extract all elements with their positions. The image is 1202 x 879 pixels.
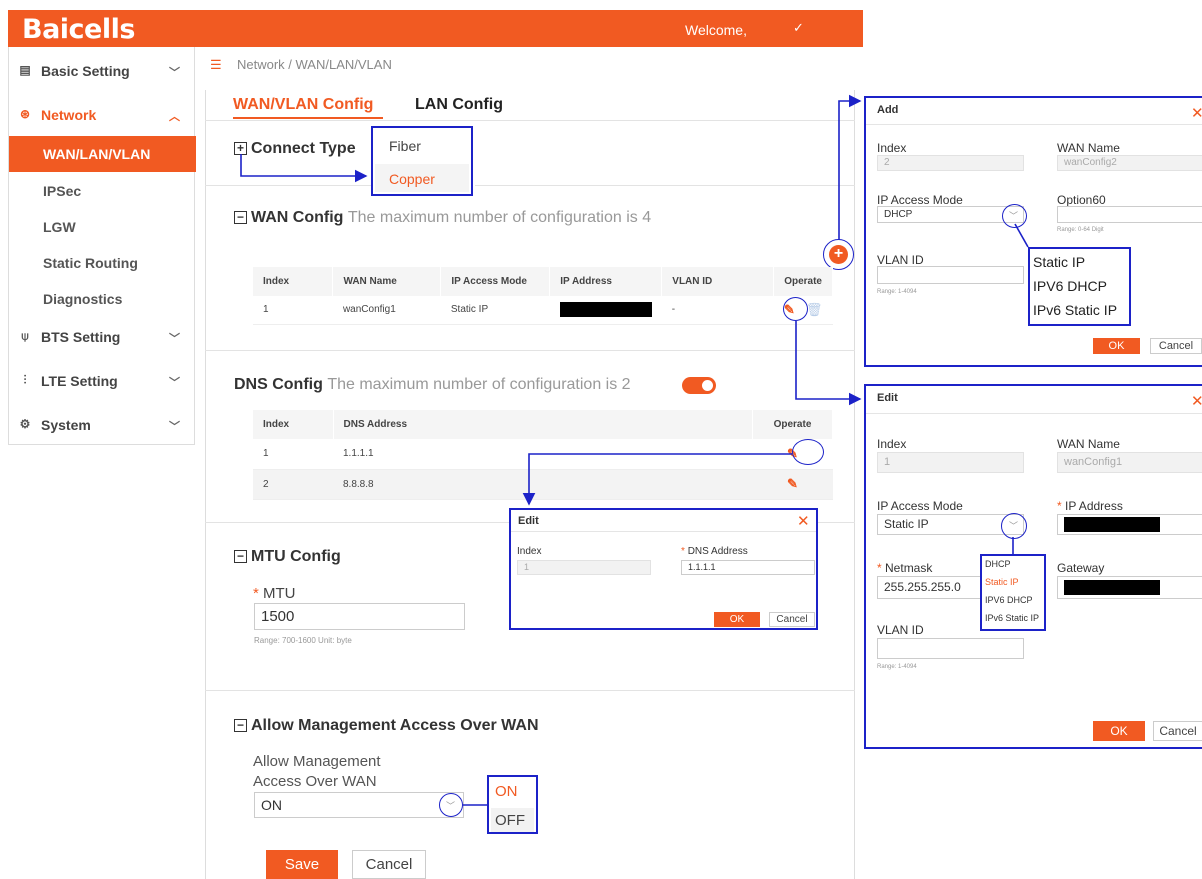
- arrow-dns-edit: [522, 453, 792, 506]
- arrow-wan-edit: [795, 321, 862, 406]
- arrow-connect-type: [240, 154, 368, 183]
- arrow-add: [838, 94, 862, 240]
- arrow-add-mode: [1014, 223, 1029, 248]
- annotation-arrows: [240, 94, 1029, 806]
